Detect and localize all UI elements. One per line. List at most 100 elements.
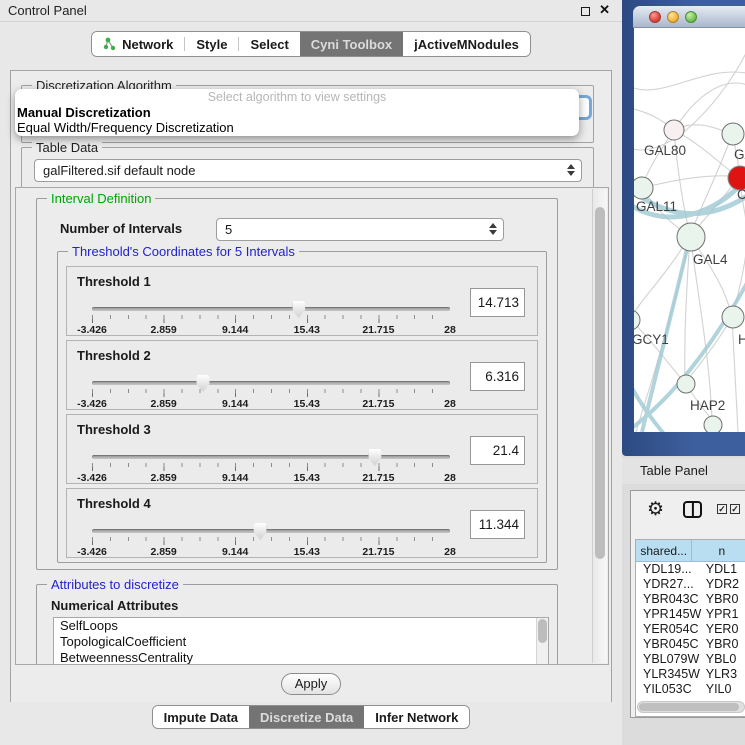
table-panel-titlebar: Table Panel (622, 458, 745, 484)
numerical-attributes-label: Numerical Attributes (51, 598, 178, 613)
threshold-row-2: Threshold 2 -3.426 2.859 9.144 15.43 21.… (66, 340, 538, 410)
zoom-traffic-light-icon[interactable] (685, 11, 697, 23)
algorithm-option-equal-width[interactable]: Equal Width/Frequency Discretization (15, 120, 579, 135)
table-row[interactable]: YLR345WYLR3 (636, 667, 745, 682)
list-item[interactable]: TopologicalCoefficient (54, 634, 548, 650)
threshold-1-value-field[interactable]: 14.713 (470, 288, 525, 317)
threshold-2-value-field[interactable]: 6.316 (470, 362, 525, 391)
node-h[interactable] (722, 306, 744, 328)
number-of-intervals-value: 5 (225, 222, 232, 237)
attributes-group-title: Attributes to discretize (47, 577, 183, 592)
node-gal4[interactable] (677, 223, 705, 251)
interval-definition-title: Interval Definition (47, 191, 155, 206)
attributes-scrollbar[interactable] (536, 618, 548, 665)
node-partial-top-right[interactable] (722, 123, 744, 145)
label-partial-c: C (737, 187, 745, 202)
network-icon (103, 37, 117, 51)
tab-discretize-data[interactable]: Discretize Data (249, 706, 364, 728)
label-partial-ga: GA (734, 147, 745, 162)
threshold-4-slider[interactable]: -3.426 2.859 9.144 15.43 21.715 28 (92, 529, 450, 558)
table-row[interactable]: YBR043CYBR0 (636, 592, 745, 607)
slider-ticks (92, 389, 450, 397)
table-data-group-title: Table Data (32, 140, 102, 155)
network-window-titlebar[interactable] (633, 6, 745, 28)
control-panel-titlebar: Control Panel ✕ (0, 0, 622, 22)
label-gal4: GAL4 (693, 252, 728, 267)
table-row[interactable]: YBL079WYBL0 (636, 652, 745, 667)
node-gal80[interactable] (664, 120, 684, 140)
table-header-row: shared... n (636, 540, 745, 562)
tab-network-label: Network (122, 37, 173, 52)
threshold-4-value-field[interactable]: 11.344 (470, 510, 525, 539)
node-hap2[interactable] (677, 375, 695, 393)
tab-cyni-toolbox[interactable]: Cyni Toolbox (300, 32, 403, 56)
label-gal80: GAL80 (644, 143, 686, 158)
apply-button[interactable]: Apply (281, 673, 341, 695)
table-row[interactable]: YDR27...YDR2 (636, 577, 745, 592)
threshold-1-label: Threshold 1 (77, 274, 151, 289)
label-hap2: HAP2 (690, 398, 725, 413)
slider-tick-labels: -3.426 2.859 9.144 15.43 21.715 28 (92, 324, 450, 336)
column-header-name[interactable]: n (692, 540, 745, 561)
table-panel-card: ⚙ ✓ ✓ shared... n YDL19...YDL1 YDR27...Y… (630, 490, 745, 718)
tick-label: 2.859 (150, 472, 176, 484)
thresholds-group: Threshold's Coordinates for 5 Intervals … (57, 251, 547, 563)
slider-tick-labels: -3.426 2.859 9.144 15.43 21.715 28 (92, 472, 450, 484)
column-header-shared-name[interactable]: shared... (636, 540, 692, 561)
table-horizontal-scrollbar[interactable] (637, 701, 745, 713)
list-item[interactable]: SelfLoops (54, 618, 548, 634)
close-traffic-light-icon[interactable] (649, 11, 661, 23)
tab-impute-data[interactable]: Impute Data (153, 706, 249, 728)
tab-select[interactable]: Select (239, 32, 299, 56)
table-row[interactable]: YDL19...YDL1 (636, 562, 745, 577)
threshold-3-slider[interactable]: -3.426 2.859 9.144 15.43 21.715 28 (92, 455, 450, 484)
algorithm-option-manual[interactable]: Manual Discretization (15, 105, 579, 120)
gear-icon[interactable]: ⚙ (647, 498, 664, 521)
tick-label: 21.715 (362, 398, 394, 410)
table-row[interactable]: YIL053CYIL0 (636, 682, 745, 697)
algorithm-dropdown-hint: Select algorithm to view settings (15, 90, 579, 105)
numerical-attributes-list[interactable]: SelfLoops TopologicalCoefficient Between… (53, 617, 549, 665)
node-gal11[interactable] (634, 177, 653, 199)
node-table: shared... n YDL19...YDL1 YDR27...YDR2 YB… (635, 539, 745, 717)
table-row[interactable]: YER054CYER0 (636, 622, 745, 637)
number-of-intervals-combobox[interactable]: 5 (216, 218, 504, 241)
threshold-row-1: Threshold 1 -3.426 2.859 9.144 15.43 21.… (66, 266, 538, 336)
tab-jactivemnodules[interactable]: jActiveMNodules (403, 32, 530, 56)
checkbox-icon[interactable]: ✓ (717, 504, 727, 514)
tick-label: 9.144 (222, 472, 248, 484)
node-gcy1[interactable] (634, 310, 640, 330)
list-item[interactable]: BetweennessCentrality (54, 650, 548, 665)
tab-cyni-toolbox-label: Cyni Toolbox (311, 37, 392, 52)
threshold-1-slider[interactable]: -3.426 2.859 9.144 15.43 21.715 28 (92, 307, 450, 336)
network-graph: GAL80 GA GAL11 C GAL4 GCY1 H HAP2 (634, 28, 745, 432)
float-window-icon[interactable] (581, 7, 590, 16)
checkbox-icon[interactable]: ✓ (730, 504, 740, 514)
node-partial-bottom[interactable] (704, 416, 722, 432)
threshold-2-slider[interactable]: -3.426 2.859 9.144 15.43 21.715 28 (92, 381, 450, 410)
table-data-combobox[interactable]: galFiltered.sif default node (34, 159, 582, 182)
threshold-row-4: Threshold 4 -3.426 2.859 9.144 15.43 21.… (66, 488, 538, 558)
table-row[interactable]: YPR145WYPR1 (636, 607, 745, 622)
slider-ticks (92, 537, 450, 545)
tab-style[interactable]: Style (185, 32, 238, 56)
minimize-traffic-light-icon[interactable] (667, 11, 679, 23)
tick-label: 15.43 (294, 546, 320, 558)
table-row[interactable]: YBR045CYBR0 (636, 637, 745, 652)
network-window[interactable]: GAL80 GA GAL11 C GAL4 GCY1 H HAP2 (622, 0, 745, 456)
tab-infer-network[interactable]: Infer Network (364, 706, 469, 728)
tab-network[interactable]: Network (92, 32, 184, 56)
slider-tick-labels: -3.426 2.859 9.144 15.43 21.715 28 (92, 398, 450, 410)
interval-scroll-panel: Interval Definition Number of Intervals … (15, 187, 609, 665)
thresholds-group-title: Threshold's Coordinates for 5 Intervals (68, 244, 299, 259)
tick-label: 2.859 (150, 398, 176, 410)
close-icon[interactable]: ✕ (599, 2, 610, 18)
main-scrollbar[interactable] (592, 189, 607, 663)
network-canvas[interactable]: GAL80 GA GAL11 C GAL4 GCY1 H HAP2 (634, 28, 745, 432)
table-panel-title: Table Panel (640, 463, 708, 478)
columns-icon[interactable] (683, 501, 702, 518)
table-data-combobox-value: galFiltered.sif default node (43, 163, 195, 178)
threshold-3-value-field[interactable]: 21.4 (470, 436, 525, 465)
table-data-group: Table Data galFiltered.sif default node (21, 147, 594, 189)
tick-label: -3.426 (77, 324, 107, 336)
